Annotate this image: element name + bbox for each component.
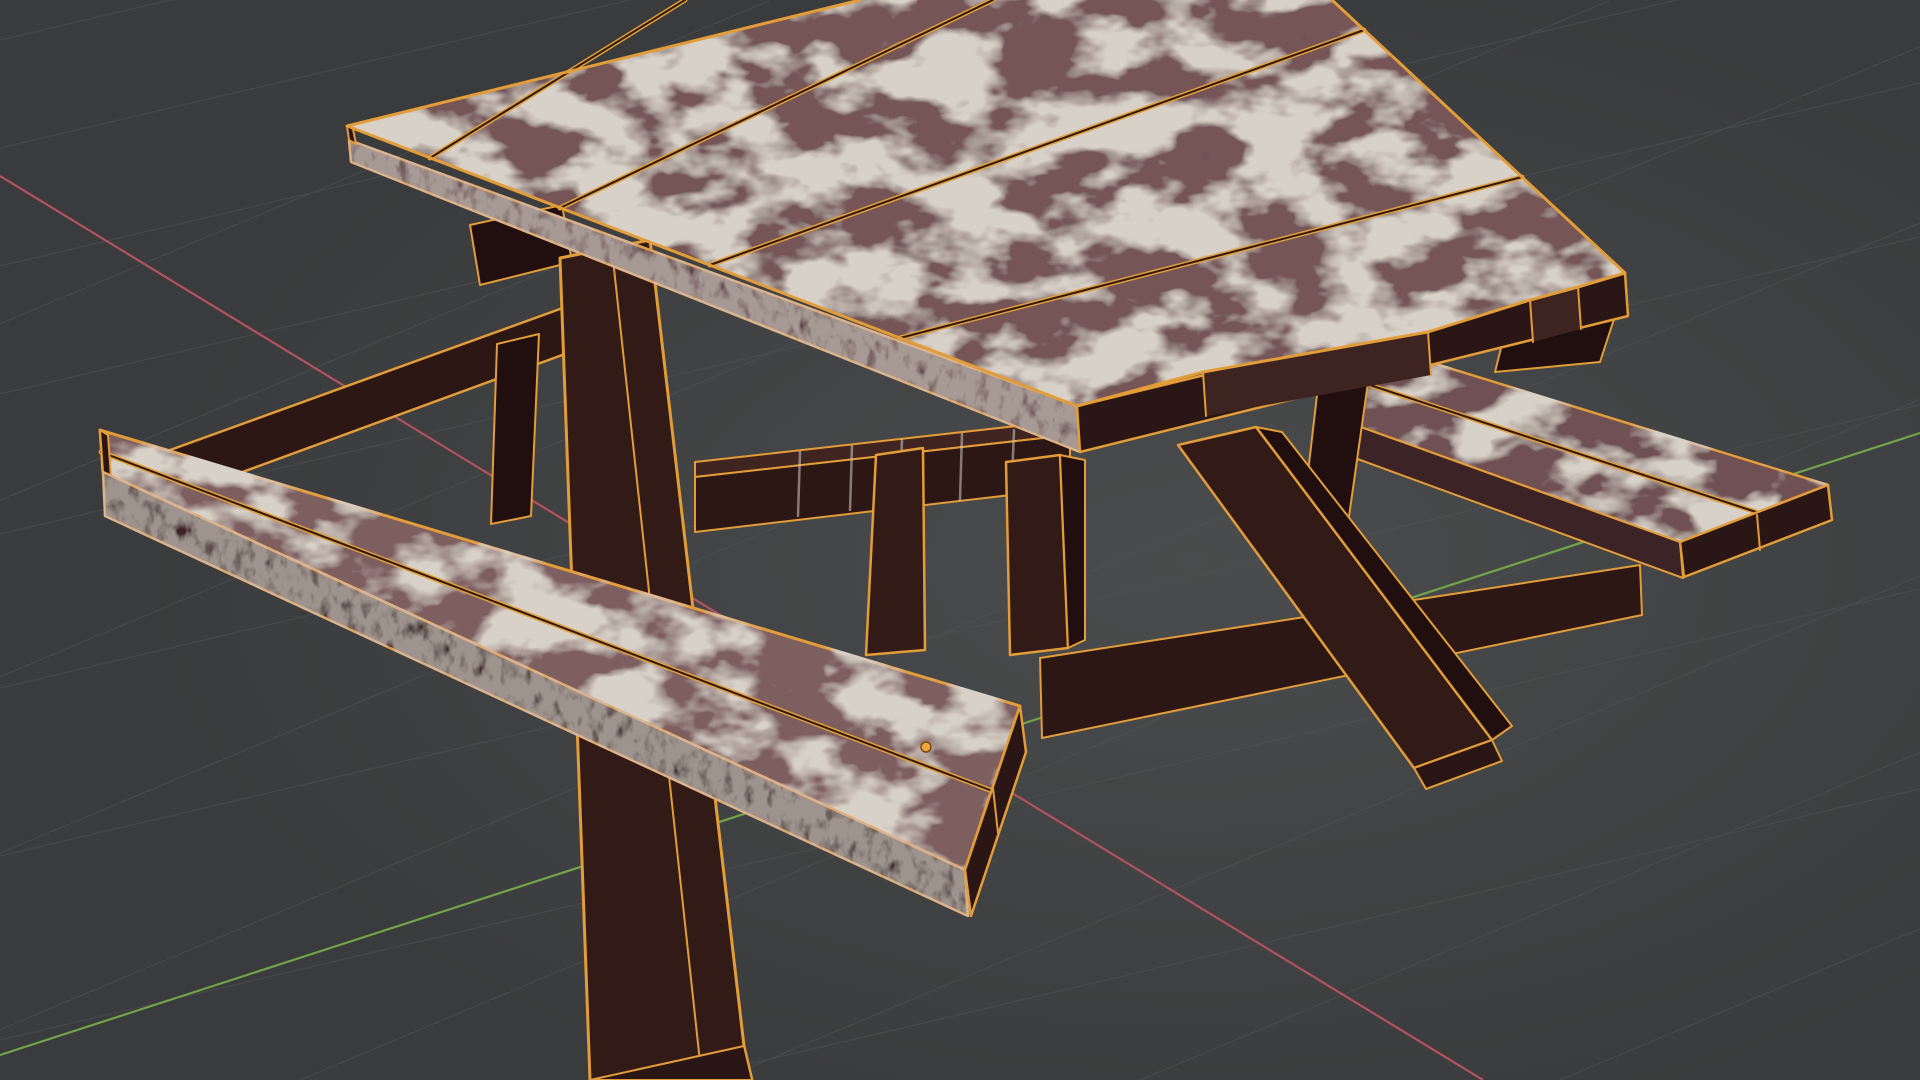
diagonal-brace-left[interactable] (864, 446, 927, 657)
object-origin-dot (920, 741, 932, 753)
3d-viewport[interactable] (0, 0, 1920, 1080)
viewport-canvas[interactable] (0, 0, 1920, 1080)
a-frame-leg-far-left[interactable] (490, 333, 540, 525)
diagonal-brace-right[interactable] (1004, 453, 1070, 657)
